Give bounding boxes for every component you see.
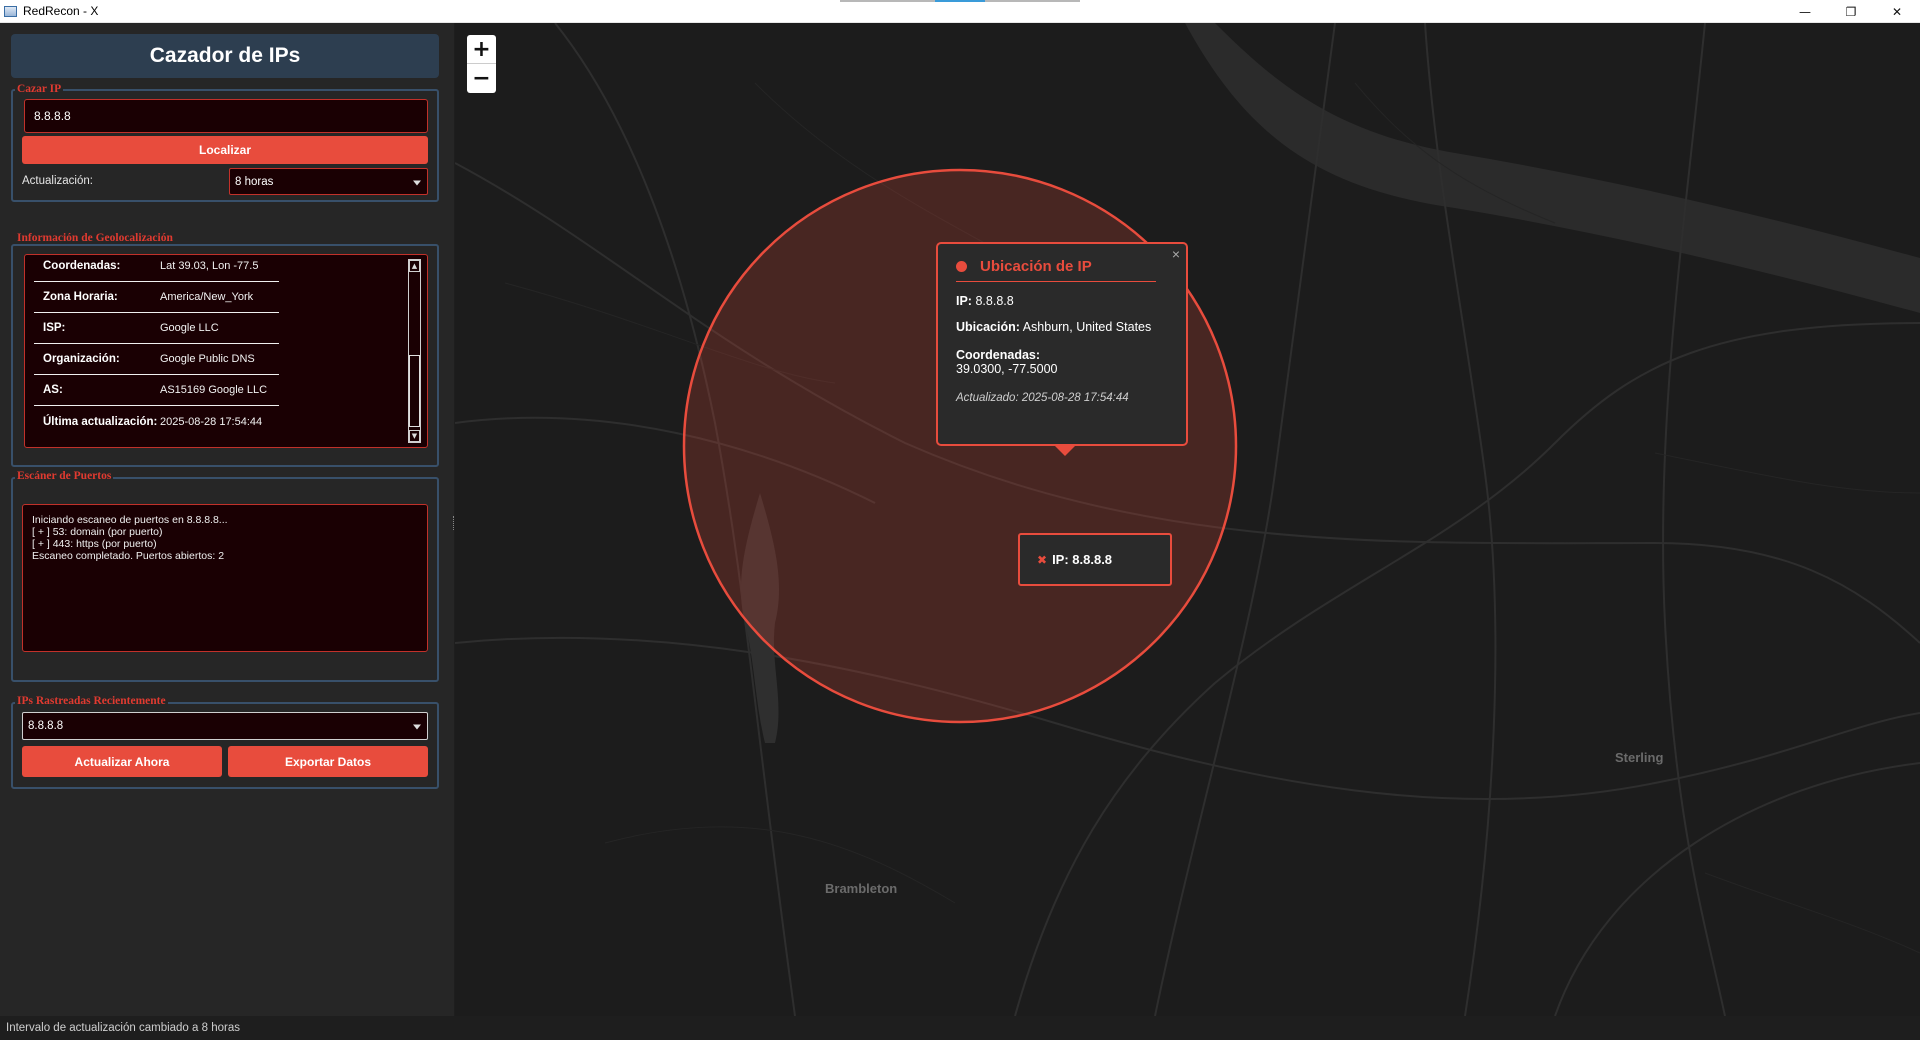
zoom-in-button[interactable]: + xyxy=(467,35,496,64)
scan-line: [ + ] 443: https (por puerto) xyxy=(32,538,157,550)
status-text: Intervalo de actualización cambiado a 8 … xyxy=(6,1022,240,1034)
refresh-now-button[interactable]: Actualizar Ahora xyxy=(22,746,222,777)
ip-input[interactable]: 8.8.8.8 xyxy=(24,99,428,133)
zoom-out-button[interactable]: − xyxy=(467,64,496,93)
scan-line: Iniciando escaneo de puertos en 8.8.8.8.… xyxy=(32,514,228,526)
geo-info-list: Coordenadas: Lat 39.03, Lon -77.5 Zona H… xyxy=(24,254,428,448)
locate-button[interactable]: Localizar xyxy=(22,136,428,164)
popup-header: Ubicación de IP xyxy=(956,258,1156,282)
geo-group: Coordenadas: Lat 39.03, Lon -77.5 Zona H… xyxy=(11,244,439,467)
geo-row-as: AS: AS15169 Google LLC xyxy=(34,375,279,406)
popup-ip: IP: 8.8.8.8 xyxy=(956,294,1168,308)
geo-row-organization: Organización: Google Public DNS xyxy=(34,344,279,375)
hunt-ip-label: Cazar IP xyxy=(15,83,64,95)
recent-ips-select[interactable]: 8.8.8.8 xyxy=(22,712,428,740)
geo-key: Coordenadas: xyxy=(43,260,121,272)
restore-button[interactable]: ❐ xyxy=(1828,0,1874,23)
recent-ips-group: 8.8.8.8 Actualizar Ahora Exportar Datos xyxy=(11,702,439,789)
geo-value: Google LLC xyxy=(160,322,219,334)
geo-value: AS15169 Google LLC xyxy=(160,384,268,396)
geo-key: AS: xyxy=(43,384,63,396)
port-scan-output: Iniciando escaneo de puertos en 8.8.8.8.… xyxy=(22,504,428,652)
port-scanner-group: Iniciando escaneo de puertos en 8.8.8.8.… xyxy=(11,477,439,682)
window-title: RedRecon - X xyxy=(23,4,99,18)
geo-value: America/New_York xyxy=(160,291,254,303)
popup-pointer xyxy=(1055,446,1075,456)
geo-value: Lat 39.03, Lon -77.5 xyxy=(160,260,259,272)
export-data-button[interactable]: Exportar Datos xyxy=(228,746,428,777)
popup-coords-value: 39.0300, -77.5000 xyxy=(956,362,1058,376)
geo-key: Zona Horaria: xyxy=(43,291,118,303)
update-interval-value: 8 horas xyxy=(235,175,274,188)
geo-key: Última actualización: xyxy=(43,415,158,428)
scan-line: [ + ] 53: domain (por puerto) xyxy=(32,526,163,538)
scroll-thumb[interactable] xyxy=(409,355,420,427)
scroll-down-icon[interactable]: ▼ xyxy=(409,430,420,442)
geo-key: Organización: xyxy=(43,353,120,365)
geo-row-last-update: Última actualización: 2025-08-28 17:54:4… xyxy=(34,406,279,437)
popup-title: Ubicación de IP xyxy=(980,258,1092,275)
map-tiles xyxy=(455,23,1920,1016)
close-button[interactable]: ✕ xyxy=(1874,0,1920,23)
chevron-down-icon xyxy=(413,724,421,730)
popup-updated: Actualizado: 2025-08-28 17:54:44 xyxy=(956,392,1129,404)
ip-location-popup: × Ubicación de IP IP: 8.8.8.8 Ubicación:… xyxy=(936,242,1188,446)
pin-icon: ✖ xyxy=(1037,552,1048,567)
popup-coords: Coordenadas: 39.0300, -77.5000 xyxy=(956,348,1168,376)
status-dot-icon xyxy=(956,261,967,272)
ip-marker[interactable]: ✖ IP: 8.8.8.8 xyxy=(1018,533,1172,586)
scroll-up-icon[interactable]: ▲ xyxy=(409,260,420,272)
geo-label: Información de Geolocalización xyxy=(15,232,175,244)
update-interval-label: Actualización: xyxy=(22,175,93,187)
app-icon xyxy=(4,5,17,17)
popup-location-label: Ubicación: xyxy=(956,320,1020,334)
river-shape xyxy=(1185,23,1920,313)
scan-line: Escaneo completado. Puertos abiertos: 2 xyxy=(32,550,225,562)
geo-value: Google Public DNS xyxy=(160,353,255,365)
update-interval-select[interactable]: 8 horas xyxy=(229,168,428,195)
place-label-brambleton: Brambleton xyxy=(825,881,898,896)
status-bar: Intervalo de actualización cambiado a 8 … xyxy=(0,1016,1920,1040)
port-scanner-label: Escáner de Puertos xyxy=(15,470,114,482)
marker-text: IP: 8.8.8.8 xyxy=(1052,552,1113,567)
window-controls: — ❐ ✕ xyxy=(1782,0,1920,23)
app-header: Cazador de IPs xyxy=(11,34,439,78)
recent-ip-value: 8.8.8.8 xyxy=(28,720,64,732)
geo-value: 2025-08-28 17:54:44 xyxy=(160,415,263,428)
geo-key: ISP: xyxy=(43,322,66,334)
popup-ip-label: IP: xyxy=(956,294,972,308)
recent-ips-label: IPs Rastreadas Recientemente xyxy=(15,695,168,707)
window-titlebar: RedRecon - X — ❐ ✕ xyxy=(0,0,1920,23)
sidebar: Cazador de IPs 8.8.8.8 Localizar Actuali… xyxy=(0,23,454,1016)
place-label-sterling: Sterling xyxy=(1615,750,1664,765)
map-view[interactable]: + − Brambleton Sterling × Ubicación de I… xyxy=(455,23,1920,1016)
popup-close-button[interactable]: × xyxy=(1172,246,1180,262)
geo-scrollbar[interactable]: ▲ ▼ xyxy=(408,259,421,443)
popup-location-value: Ashburn, United States xyxy=(1022,320,1152,334)
popup-location: Ubicación: Ashburn, United States xyxy=(956,320,1168,334)
geo-row-timezone: Zona Horaria: America/New_York xyxy=(34,282,279,313)
popup-ip-value: 8.8.8.8 xyxy=(975,294,1014,308)
popup-coords-label: Coordenadas: xyxy=(956,348,1041,362)
minimize-button[interactable]: — xyxy=(1782,0,1828,23)
geo-row-coordinates: Coordenadas: Lat 39.03, Lon -77.5 xyxy=(34,255,279,282)
chevron-down-icon xyxy=(413,180,421,185)
geo-row-isp: ISP: Google LLC xyxy=(34,313,279,344)
titlebar-decoration-accent xyxy=(935,0,985,2)
hunt-ip-group: 8.8.8.8 Localizar Actualización: 8 horas xyxy=(11,89,439,202)
